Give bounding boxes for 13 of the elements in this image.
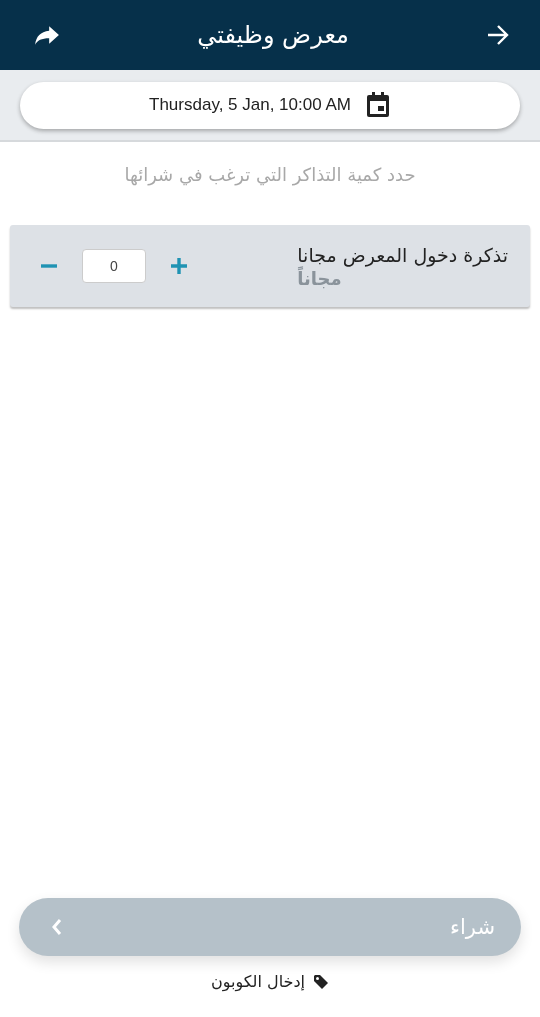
share-icon[interactable] (34, 24, 60, 46)
back-arrow-icon[interactable] (486, 24, 510, 46)
ticket-name: تذكرة دخول المعرض مجانا (297, 243, 508, 266)
calendar-icon (364, 91, 391, 119)
coupon-link[interactable]: إدخال الكوبون (211, 972, 329, 991)
quantity-field[interactable]: 0 (82, 249, 146, 283)
chevron-left-icon (51, 918, 63, 936)
minus-icon (40, 263, 58, 269)
instruction-text: حدد كمية التذاكر التي ترغب في شرائها (123, 164, 417, 185)
page-title: معرض وظيفتي (197, 21, 349, 49)
plus-icon (170, 257, 188, 275)
date-selector[interactable]: Thursday, 5 Jan, 10:00 AM (20, 81, 520, 129)
tag-icon (312, 973, 329, 990)
